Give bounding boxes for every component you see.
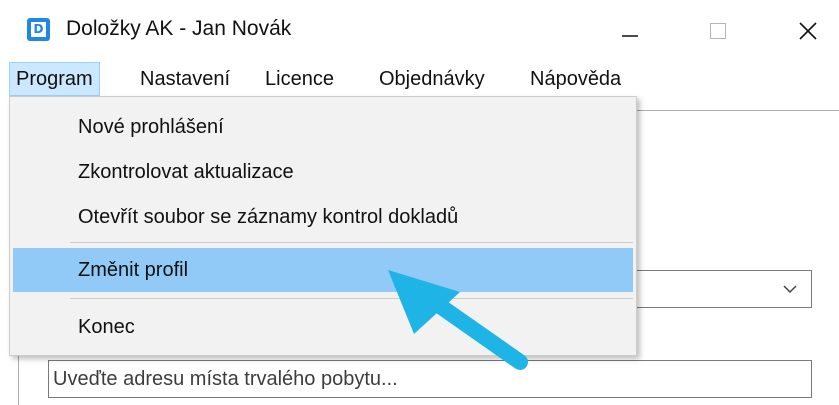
- menu-item-change-profile[interactable]: Změnit profil: [13, 248, 633, 292]
- menu-nastaveni[interactable]: Nastavení: [134, 62, 236, 96]
- window-title: Doložky AK - Jan Novák: [66, 17, 292, 40]
- pointer-arrow-icon: [388, 270, 528, 370]
- menu-item-check-updates[interactable]: Zkontrolovat aktualizace: [13, 150, 633, 194]
- menu-item-exit[interactable]: Konec: [13, 305, 633, 349]
- title-bar: D Doložky AK - Jan Novák: [0, 0, 839, 62]
- menu-separator: [70, 242, 633, 243]
- maximize-icon: [710, 23, 726, 39]
- menu-item-new-declaration[interactable]: Nové prohlášení: [13, 105, 633, 149]
- profile-select[interactable]: [636, 270, 812, 308]
- menu-bar: Program Nastavení Licence Objednávky Náp…: [0, 62, 839, 96]
- chevron-down-icon: [783, 285, 797, 294]
- maximize-button[interactable]: [688, 10, 748, 52]
- menu-program[interactable]: Program: [9, 62, 100, 96]
- minimize-icon: [622, 35, 638, 37]
- menu-objednavky[interactable]: Objednávky: [373, 62, 491, 96]
- close-icon: [799, 22, 817, 40]
- close-button[interactable]: [778, 10, 838, 52]
- minimize-button[interactable]: [600, 10, 660, 52]
- app-d-icon: D: [27, 18, 50, 41]
- program-menu-dropdown: Nové prohlášení Zkontrolovat aktualizace…: [9, 96, 637, 356]
- menu-separator: [70, 298, 633, 299]
- menu-napoveda[interactable]: Nápověda: [524, 62, 627, 96]
- menu-item-open-log-file[interactable]: Otevřít soubor se záznamy kontrol doklad…: [13, 195, 633, 239]
- menu-licence[interactable]: Licence: [259, 62, 340, 96]
